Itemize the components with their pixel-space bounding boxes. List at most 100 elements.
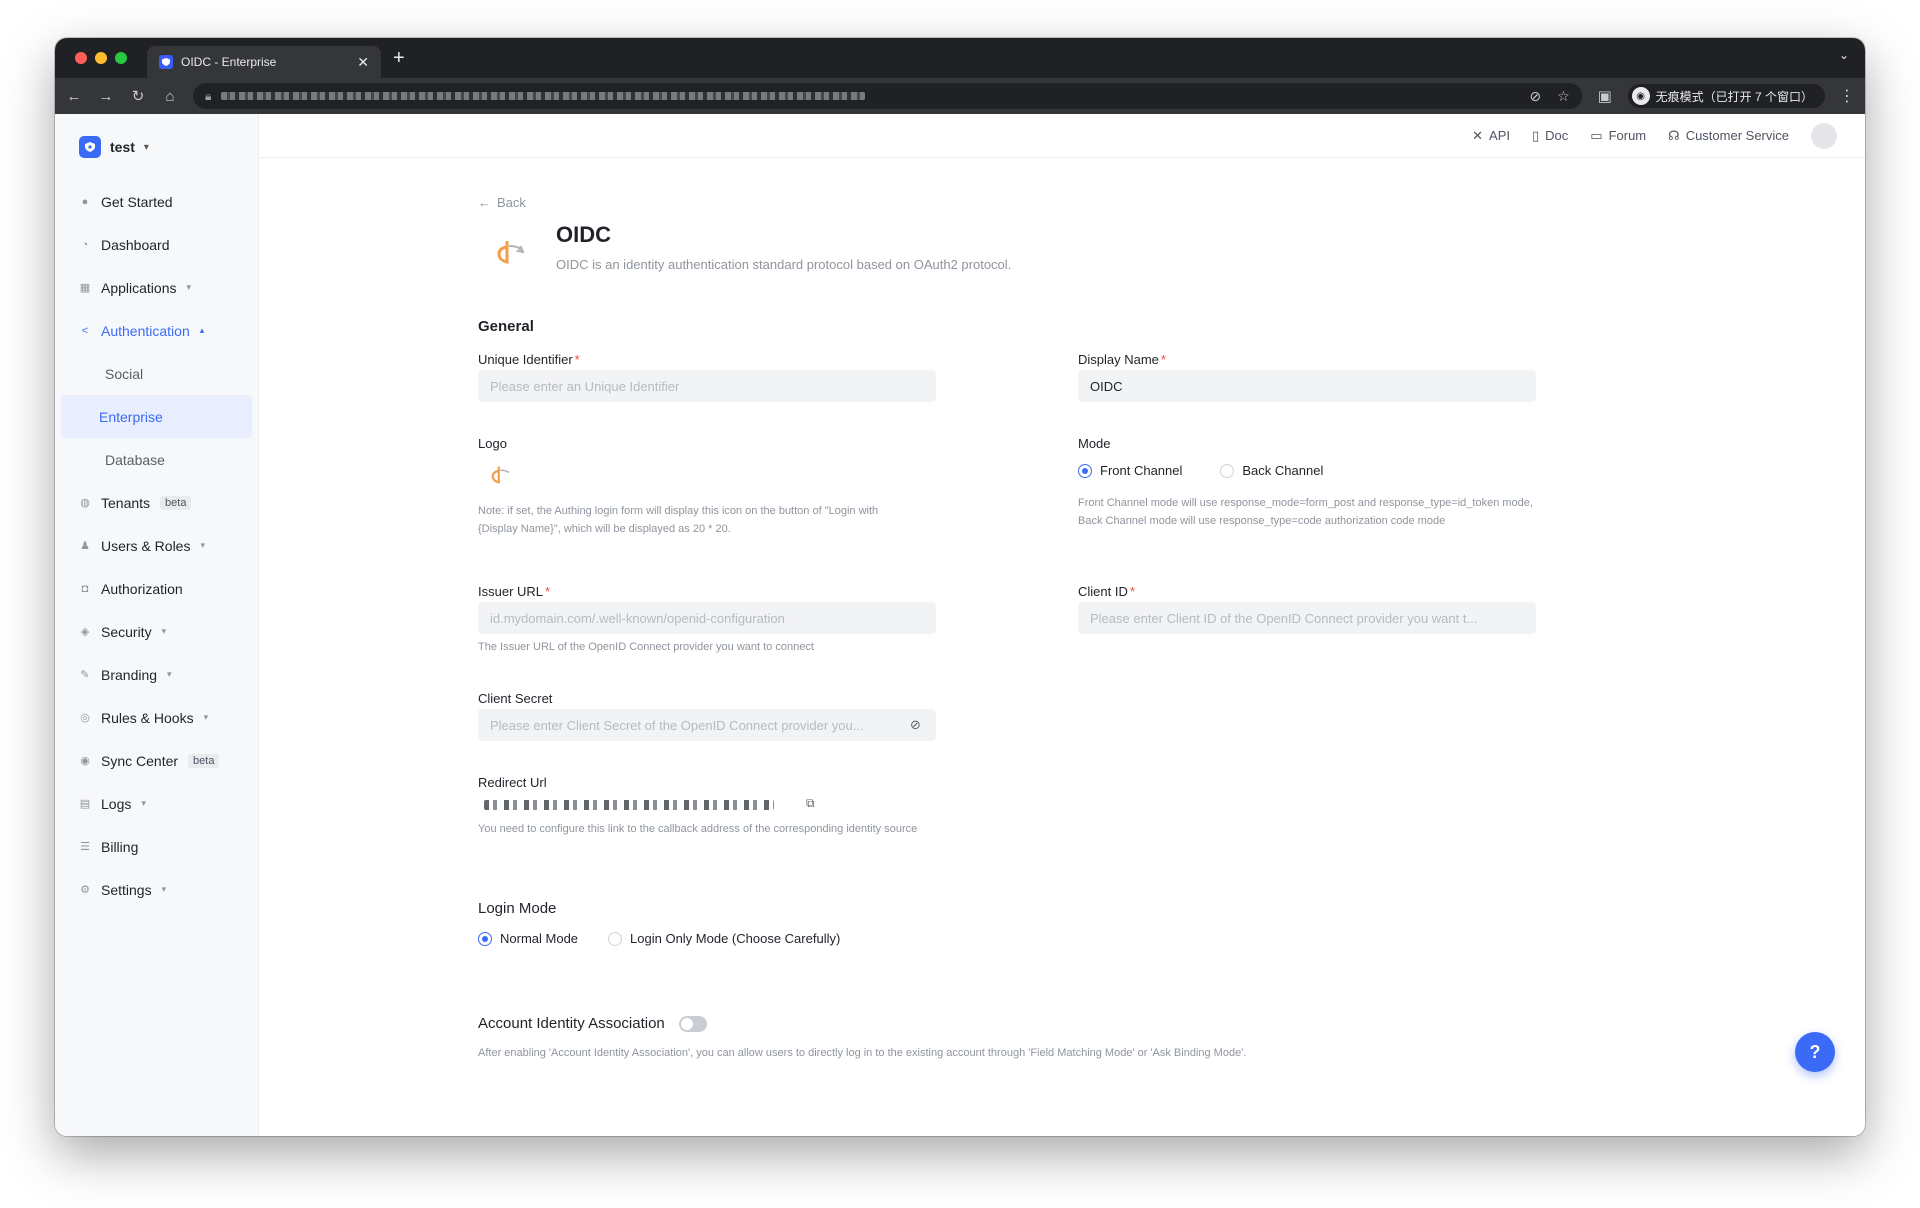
logo-upload-icon[interactable] — [486, 459, 516, 489]
sidebar-nav: ● Get Started ◔ Dashboard ▦ Applications ▾ <… — [55, 180, 258, 911]
sidebar-item-authentication[interactable]: < Authentication ▴ — [55, 309, 258, 352]
display-name-input[interactable] — [1078, 370, 1536, 402]
sidebar-item-applications[interactable]: ▦ Applications ▾ — [55, 266, 258, 309]
forward-arrow-icon[interactable]: → — [97, 88, 115, 105]
maximize-window-button[interactable] — [115, 52, 127, 64]
browser-window: OIDC - Enterprise ✕ + ⌄ ← → ↻ ⌂ 🔒︎ ⊘ ☆ ▣ — [55, 38, 1865, 1136]
sidepanel-icon[interactable]: ▣ — [1596, 87, 1614, 105]
reload-icon[interactable]: ↻ — [129, 87, 147, 105]
chevron-down-icon: ▾ — [203, 712, 209, 722]
chevron-down-icon: ▾ — [143, 141, 149, 153]
lock-icon: 🔒︎ — [205, 88, 212, 103]
copy-icon[interactable]: ⧉ — [806, 796, 815, 811]
sync-icon: ◉ — [80, 754, 90, 767]
sidebar-item-label: Authentication — [101, 322, 190, 339]
sidebar-item-settings[interactable]: ⚙ Settings ▾ — [55, 868, 258, 911]
sidebar-item-security[interactable]: ◈ Security ▾ — [55, 610, 258, 653]
close-tab-icon[interactable]: ✕ — [357, 54, 369, 71]
chevron-down-icon: ▾ — [141, 798, 146, 808]
beta-badge: beta — [160, 495, 192, 510]
issuer-url-input[interactable] — [478, 602, 936, 634]
help-button[interactable]: ? — [1795, 1032, 1835, 1072]
sidebar-item-get-started[interactable]: ● Get Started — [55, 180, 258, 223]
browser-chrome: OIDC - Enterprise ✕ + ⌄ ← → ↻ ⌂ 🔒︎ ⊘ ☆ ▣ — [55, 38, 1865, 114]
mode-back-channel-radio[interactable]: Back Channel — [1220, 463, 1323, 478]
sidebar-item-label: Database — [105, 451, 165, 468]
chevron-down-icon: ▾ — [161, 626, 167, 636]
radio-dot — [608, 931, 623, 946]
close-window-button[interactable] — [75, 52, 87, 64]
required-mark: * — [574, 352, 580, 367]
sidebar-subitem-database[interactable]: Database — [61, 438, 252, 481]
lock-icon: ◘ — [81, 582, 89, 595]
sidebar-item-rules-hooks[interactable]: ◎ Rules & Hooks ▾ — [55, 696, 258, 739]
client-id-input[interactable] — [1078, 602, 1536, 634]
section-title-login-mode: Login Mode — [478, 900, 557, 917]
address-bar[interactable]: 🔒︎ ⊘ ☆ — [193, 83, 1582, 109]
eye-off-icon[interactable]: ⊘ — [910, 717, 921, 733]
org-logo-icon — [79, 136, 101, 158]
client-secret-input[interactable] — [478, 709, 936, 741]
client-id-label-text: Client ID — [1078, 584, 1128, 599]
sidebar-item-branding[interactable]: ✎ Branding ▾ — [55, 653, 258, 696]
radio-label: Back Channel — [1242, 463, 1324, 478]
home-icon[interactable]: ⌂ — [161, 88, 179, 105]
sidebar-item-tenants[interactable]: ◍ Tenants beta — [55, 481, 258, 524]
sidebar-item-label: Get Started — [101, 193, 173, 210]
logo-label: Logo — [478, 436, 507, 451]
back-link[interactable]: ← Back — [478, 195, 526, 210]
login-mode-radio-group: Normal Mode Login Only Mode (Choose Care… — [478, 931, 840, 946]
avatar[interactable] — [1811, 122, 1837, 149]
incognito-profile[interactable]: ◉ 无痕模式（已打开 7 个窗口） — [1627, 84, 1825, 108]
chevron-down-icon: ▾ — [200, 540, 205, 550]
chat-icon: ▭ — [1590, 127, 1603, 143]
radio-label: Login Only Mode (Choose Carefully) — [630, 931, 841, 946]
back-arrow-icon[interactable]: ← — [65, 88, 83, 105]
profile-label: 无痕模式（已打开 7 个窗口） — [1655, 89, 1813, 104]
share-icon: < — [81, 324, 89, 337]
pie-chart-icon: ◔ — [81, 238, 89, 251]
section-title-general: General — [478, 318, 534, 335]
top-bar: ✕ API ▯ Doc ▭ Forum ☊ Customer Service — [260, 114, 1865, 158]
sidebar-item-logs[interactable]: ▤ Logs ▾ — [55, 782, 258, 825]
tab-title: OIDC - Enterprise — [181, 55, 277, 69]
main-content: ← Back OIDC OIDC is an identity authenti… — [260, 159, 1865, 1136]
incognito-icon: ◉ — [1631, 87, 1650, 105]
sidebar-item-users-roles[interactable]: ♟ Users & Roles ▾ — [55, 524, 258, 567]
api-link[interactable]: ✕ API — [1472, 128, 1510, 144]
eye-off-icon[interactable]: ⊘ — [1529, 88, 1541, 105]
sidebar-subitem-social[interactable]: Social — [61, 352, 252, 395]
customer-service-link[interactable]: ☊ Customer Service — [1668, 128, 1789, 144]
client-secret-label: Client Secret — [478, 691, 553, 706]
radio-dot — [1220, 463, 1235, 478]
mode-front-channel-radio[interactable]: Front Channel — [1078, 463, 1182, 478]
tab-search-icon[interactable]: ⌄ — [1839, 48, 1849, 62]
org-name: test — [110, 139, 135, 155]
minimize-window-button[interactable] — [95, 52, 107, 64]
sidebar-subitem-enterprise[interactable]: Enterprise — [61, 395, 252, 438]
sidebar-item-label: Authorization — [101, 580, 183, 597]
redirect-url-help: You need to configure this link to the c… — [478, 823, 918, 835]
sidebar-item-label: Dashboard — [101, 236, 170, 253]
sidebar: test ▾ ● Get Started ◔ Dashboard ▦ Applicat… — [55, 114, 259, 1136]
sidebar-item-label: Enterprise — [99, 408, 163, 425]
star-icon[interactable]: ☆ — [1557, 88, 1570, 105]
unique-identifier-input[interactable] — [478, 370, 936, 402]
normal-mode-radio[interactable]: Normal Mode — [478, 931, 578, 946]
sidebar-item-billing[interactable]: ☰ Billing — [55, 825, 258, 868]
sidebar-item-sync-center[interactable]: ◉ Sync Center beta — [55, 739, 258, 782]
radio-dot — [478, 931, 492, 946]
globe-icon: ◍ — [80, 496, 90, 509]
forum-link[interactable]: ▭ Forum — [1590, 128, 1646, 144]
sidebar-item-label: Security — [101, 623, 152, 640]
new-tab-button[interactable]: + — [393, 48, 405, 68]
browser-tab[interactable]: OIDC - Enterprise ✕ — [147, 46, 381, 78]
account-association-toggle[interactable] — [678, 1015, 707, 1032]
doc-link[interactable]: ▯ Doc — [1532, 128, 1568, 144]
browser-menu-icon[interactable]: ⋮ — [1839, 86, 1855, 106]
sidebar-item-dashboard[interactable]: ◔ Dashboard — [55, 223, 258, 266]
org-switcher[interactable]: test ▾ — [55, 114, 258, 180]
sidebar-item-label: Sync Center — [101, 752, 179, 769]
login-only-mode-radio[interactable]: Login Only Mode (Choose Carefully) — [608, 931, 840, 946]
sidebar-item-authorization[interactable]: ◘ Authorization — [55, 567, 258, 610]
